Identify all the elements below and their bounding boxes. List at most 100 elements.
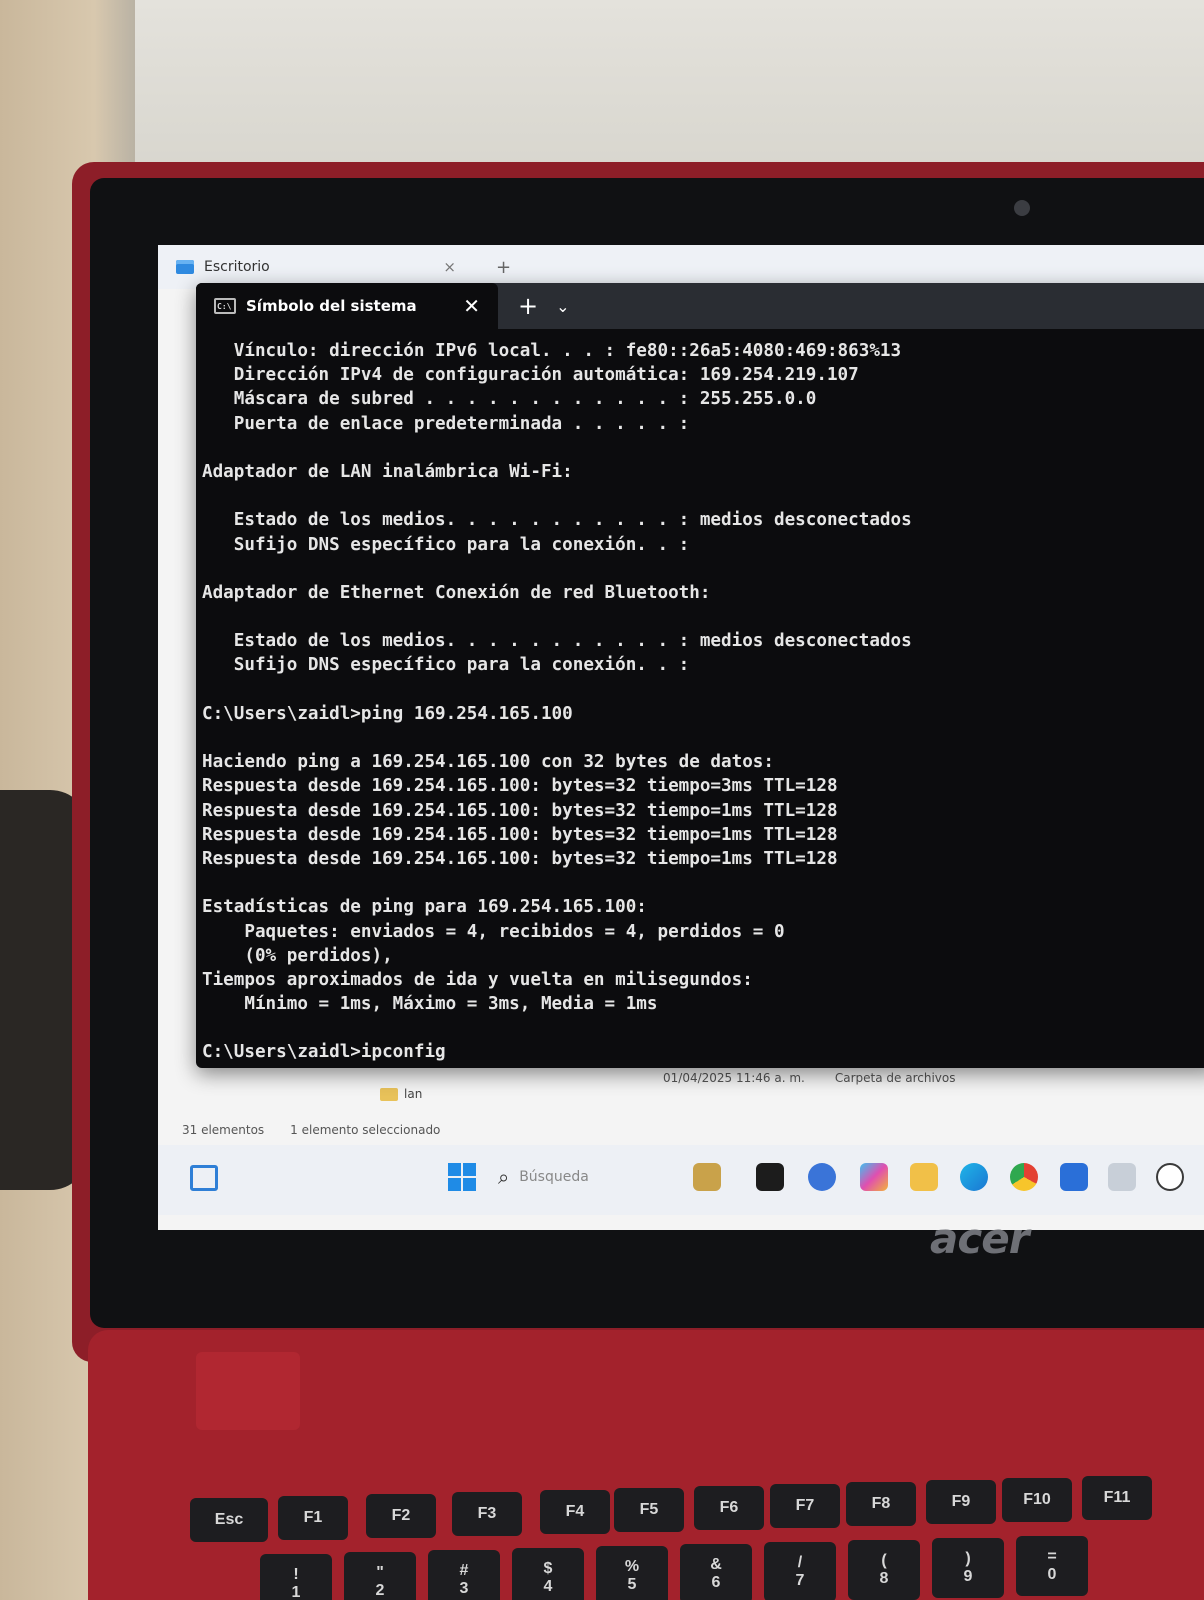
key-symbol: % (624, 1558, 640, 1575)
key-f9[interactable]: F9 (926, 1480, 996, 1524)
key-number-4[interactable]: $4 (512, 1548, 584, 1600)
edge-icon[interactable] (960, 1163, 988, 1191)
key-number-1[interactable]: ! 1 (260, 1554, 332, 1600)
key-symbol: ) (965, 1550, 971, 1567)
file-name: lan (404, 1087, 423, 1101)
key-digit: 9 (963, 1568, 973, 1585)
key-digit: 0 (1047, 1566, 1057, 1583)
explorer-file-lan[interactable]: lan (380, 1087, 422, 1101)
key-f6[interactable]: F6 (694, 1486, 764, 1530)
status-item-count: 31 elementos (182, 1123, 265, 1137)
laptop-hinge (196, 1352, 300, 1430)
key-f3[interactable]: F3 (452, 1492, 522, 1536)
key-number-3[interactable]: #3 (428, 1550, 500, 1600)
key-f2[interactable]: F2 (366, 1494, 436, 1538)
terminal-tab-close-icon[interactable]: ✕ (463, 294, 480, 318)
key-number-6[interactable]: & 6 (680, 1544, 752, 1600)
key-digit: 6 (711, 1574, 721, 1591)
key-symbol: # (459, 1562, 469, 1579)
store-icon[interactable] (1060, 1163, 1088, 1191)
acer-logo: acer (930, 1214, 1029, 1263)
terminal-line: Respuesta desde 169.254.165.100: bytes=3… (202, 824, 838, 845)
terminal-line: Adaptador de LAN inalámbrica Wi-Fi: (202, 461, 573, 482)
start-icon[interactable] (448, 1163, 476, 1191)
app-icon[interactable] (693, 1163, 721, 1191)
terminal-line: Mínimo = 1ms, Máximo = 3ms, Media = 1ms (202, 994, 658, 1015)
status-selection: 1 elemento seleccionado (290, 1123, 441, 1137)
key-f4[interactable]: F4 (540, 1490, 610, 1534)
terminal-line: Estadísticas de ping para 169.254.165.10… (202, 897, 647, 918)
terminal-line: Respuesta desde 169.254.165.100: bytes=3… (202, 848, 838, 869)
terminal-line: Máscara de subred . . . . . . . . . . . … (202, 389, 817, 410)
folder-icon (380, 1087, 398, 1101)
key-f1[interactable]: F1 (278, 1496, 348, 1540)
keyboard: Esc F1 F2 F3 F4 F5 F6 F7 F8 F9 F10 F11! 1 " 2 #3 $4% 5 & 6/… (190, 1450, 1204, 1600)
chevron-down-icon[interactable]: ⌄ (556, 297, 569, 316)
terminal-line: Tiempos aproximados de ida y vuelta en m… (202, 969, 753, 990)
terminal-line: Puerta de enlace predeterminada . . . . … (202, 413, 690, 434)
explorer-new-tab-button[interactable]: + (496, 257, 511, 278)
file-type: Carpeta de archivos (834, 1071, 956, 1085)
widgets-icon[interactable] (190, 1165, 218, 1191)
terminal-output[interactable]: Vínculo: dirección IPv6 local. . . : fe8… (196, 329, 1204, 1065)
key-number-0[interactable]: = 0 (1016, 1536, 1088, 1596)
taskbar-search[interactable]: ⌕ Búsqueda (498, 1161, 648, 1193)
taskbar: ⌕ Búsqueda (158, 1145, 1204, 1215)
explorer-tab-escritorio[interactable]: Escritorio × (176, 258, 456, 276)
terminal-line: Paquetes: enviados = 4, recibidos = 4, p… (202, 921, 785, 942)
search-placeholder: Búsqueda (519, 1169, 589, 1185)
key-digit: 1 (291, 1584, 301, 1600)
terminal-line: Estado de los medios. . . . . . . . . . … (202, 631, 912, 652)
file-explorer-icon[interactable] (910, 1163, 938, 1191)
terminal-tab-simbolo[interactable]: C:\ Símbolo del sistema ✕ (196, 283, 498, 329)
key-number-2[interactable]: " 2 (344, 1552, 416, 1600)
terminal-line: Sufijo DNS específico para la conexión. … (202, 534, 690, 555)
terminal-icon[interactable] (756, 1163, 784, 1191)
terminal-line: Respuesta desde 169.254.165.100: bytes=3… (202, 800, 838, 821)
key-f7[interactable]: F7 (770, 1484, 840, 1528)
terminal-line: C:\Users\zaidl>ipconfig (202, 1042, 446, 1063)
key-symbol: ( (881, 1552, 887, 1569)
key-digit: 8 (879, 1570, 889, 1587)
terminal-line: Haciendo ping a 169.254.165.100 con 32 b… (202, 752, 774, 773)
key-number-5[interactable]: % 5 (596, 1546, 668, 1600)
key-symbol: " (376, 1564, 384, 1581)
key-digit: 7 (795, 1572, 805, 1589)
chrome-icon[interactable] (1010, 1163, 1038, 1191)
key-f5[interactable]: F5 (614, 1488, 684, 1532)
desktop-folder-icon (176, 260, 194, 274)
key-number-9[interactable]: ) 9 (932, 1538, 1004, 1598)
terminal-new-tab-button[interactable]: + (518, 292, 538, 320)
key-symbol: / (797, 1554, 803, 1571)
key-symbol: $ (543, 1560, 553, 1577)
terminal-line: Adaptador de Ethernet Conexión de red Bl… (202, 582, 711, 603)
key-number-7[interactable]: /7 (764, 1542, 836, 1600)
key-f11[interactable]: F11 (1082, 1476, 1152, 1520)
webcam-icon (1014, 200, 1030, 216)
key-digit: 5 (627, 1576, 637, 1593)
key-symbol: & (710, 1556, 722, 1573)
search-icon: ⌕ (498, 1165, 510, 1189)
whatsapp-icon[interactable] (1156, 1163, 1184, 1191)
explorer-tab-close-icon[interactable]: × (443, 258, 456, 276)
laptop-screen: Escritorio × + 01/04/2025 11:46 a. m. Ca… (158, 245, 1204, 1230)
chat-icon[interactable] (808, 1163, 836, 1191)
key-number-8[interactable]: (8 (848, 1540, 920, 1600)
key-f10[interactable]: F10 (1002, 1478, 1072, 1522)
terminal-line: (0% perdidos), (202, 945, 393, 966)
key-f8[interactable]: F8 (846, 1482, 916, 1526)
command-prompt-window[interactable]: C:\ Símbolo del sistema ✕ + ⌄ Vínculo: d… (196, 283, 1204, 1068)
explorer-file-row[interactable]: 01/04/2025 11:46 a. m. Carpeta de archiv… (323, 1065, 1203, 1091)
terminal-line: Dirección IPv4 de configuración automáti… (202, 365, 859, 386)
app-icon[interactable] (1108, 1163, 1136, 1191)
key-symbol: = (1047, 1548, 1057, 1565)
key-symbol: ! (293, 1566, 299, 1583)
copilot-icon[interactable] (860, 1163, 888, 1191)
key-esc[interactable]: Esc (190, 1498, 268, 1542)
terminal-line: C:\Users\zaidl>ping 169.254.165.100 (202, 703, 573, 724)
